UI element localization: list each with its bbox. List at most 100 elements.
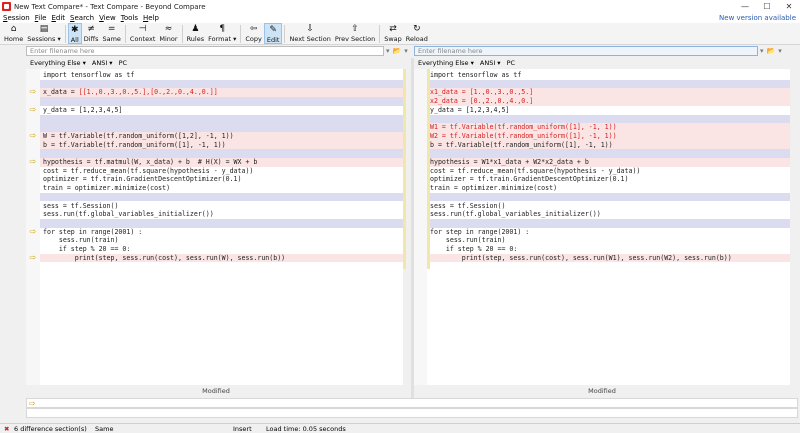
left-code-line[interactable]: sess.run(train) (43, 236, 119, 245)
right-history-icon[interactable]: ▾ (760, 47, 764, 55)
left-code-line[interactable]: print(step, sess.run(cost), sess.run(W),… (43, 254, 285, 263)
menu-edit[interactable]: Edit (51, 14, 65, 22)
left-code-line[interactable]: x_data = [[1.,0.,3.,0.,5.],[0.,2.,0.,4.,… (43, 88, 218, 97)
right-row-background (427, 192, 790, 202)
right-code-line[interactable]: x1_data = [1.,0.,3.,0.,5.] (430, 88, 533, 97)
toolbar-separator (124, 25, 126, 43)
reload-button[interactable]: ↻ Reload (404, 23, 430, 44)
swap-button[interactable]: ⇄ Swap (382, 23, 404, 44)
left-code-line[interactable]: train = optimizer.minimize(cost) (43, 184, 170, 193)
copy-button[interactable]: ⇦ Copy (243, 23, 264, 44)
right-code-line[interactable]: for step in range(2001) : (430, 228, 529, 237)
left-filename-input[interactable]: Enter filename here (26, 46, 384, 56)
same-icon: = (107, 24, 116, 34)
edit-button[interactable]: ✎ Edit (263, 23, 283, 44)
diff-arrow-icon[interactable]: ⇨ (26, 227, 40, 236)
same-button[interactable]: = Same (100, 23, 122, 44)
left-row-background (40, 192, 403, 202)
right-code-line[interactable]: import tensorflow as tf (430, 71, 521, 80)
right-code-line[interactable]: y_data = [1,2,3,4,5] (430, 106, 509, 115)
left-code-line[interactable]: W = tf.Variable(tf.random_uniform([1,2],… (43, 132, 234, 141)
right-encoding-dropdown[interactable]: ANSI ▾ (480, 59, 501, 67)
right-vertical-scrollbar[interactable] (790, 69, 799, 385)
right-code-line[interactable]: b = tf.Variable(tf.random_uniform([1], -… (430, 141, 613, 150)
close-button[interactable]: ✕ (778, 0, 800, 13)
left-code-line[interactable]: b = tf.Variable(tf.random_uniform([1], -… (43, 141, 226, 150)
left-open-folder-icon[interactable]: 📂 (393, 47, 402, 55)
next-section-label: Next Section (289, 35, 331, 43)
left-code-line[interactable]: hypothesis = tf.matmul(W, x_data) + b # … (43, 158, 257, 167)
menu-search[interactable]: Search (70, 14, 94, 22)
right-code-line[interactable]: train = optimizer.minimize(cost) (430, 184, 557, 193)
minor-button[interactable]: ≈ Minor (157, 23, 179, 44)
home-button[interactable]: ⌂ Home (2, 23, 25, 44)
minimize-button[interactable]: — (734, 0, 756, 13)
left-encoding-dropdown[interactable]: ANSI ▾ (92, 59, 113, 67)
right-code-line[interactable]: optimizer = tf.train.GradientDescentOpti… (430, 175, 629, 184)
diff-arrow-icon[interactable]: ⇨ (26, 157, 40, 166)
left-history-icon[interactable]: ▾ (386, 47, 390, 55)
left-code-line[interactable]: sess.run(tf.global_variables_initializer… (43, 210, 214, 219)
all-button[interactable]: ✱ All (67, 23, 82, 44)
diff-arrow-icon[interactable]: ⇨ (26, 105, 40, 114)
left-diff-indicator (403, 69, 406, 269)
left-save-icon[interactable]: ▾ (404, 47, 408, 55)
right-code-line[interactable]: sess.run(tf.global_variables_initializer… (430, 210, 601, 219)
right-code-line[interactable]: if step % 20 == 0: (430, 245, 517, 254)
left-code-line[interactable]: cost = tf.reduce_mean(tf.square(hypothes… (43, 167, 253, 176)
left-code-line[interactable]: if step % 20 == 0: (43, 245, 130, 254)
menu-help[interactable]: Help (143, 14, 159, 22)
left-line-endings[interactable]: PC (119, 59, 127, 67)
overview-strip (0, 58, 26, 398)
all-icon: ✱ (70, 25, 79, 35)
diffs-button[interactable]: ≠ Diffs (82, 23, 101, 44)
next-section-button[interactable]: ⇩ Next Section (287, 23, 332, 44)
diff-arrow-icon[interactable]: ⇨ (26, 87, 40, 96)
diff-arrow-icon[interactable]: ⇨ (26, 131, 40, 140)
context-button[interactable]: ⊣ Context (128, 23, 157, 44)
new-version-link[interactable]: New version available (719, 14, 796, 22)
right-row-background (427, 218, 790, 228)
right-row-background (427, 149, 790, 158)
rules-button[interactable]: ♟ Rules (185, 23, 207, 44)
right-code-line[interactable]: cost = tf.reduce_mean(tf.square(hypothes… (430, 167, 640, 176)
window-title: New Text Compare* - Text Compare - Beyon… (14, 2, 206, 11)
sessions-button[interactable]: ▤ Sessions ▾ (25, 23, 63, 44)
diff-arrow-icon[interactable]: ⇨ (26, 253, 40, 262)
right-code-line[interactable]: sess = tf.Session() (430, 202, 505, 211)
insert-mode-text: Insert (233, 424, 252, 433)
left-code-line[interactable]: import tensorflow as tf (43, 71, 134, 80)
right-code-line[interactable]: sess.run(train) (430, 236, 506, 245)
prev-section-label: Prev Section (334, 35, 376, 43)
right-code-line[interactable]: x2_data = [0.,2.,0.,4.,0.] (430, 97, 533, 106)
right-diff-indicator (427, 69, 430, 269)
prev-section-button[interactable]: ⇧ Prev Section (333, 23, 377, 44)
left-row-background (40, 97, 403, 106)
right-format-dropdown[interactable]: Everything Else ▾ (418, 59, 474, 67)
right-code-line[interactable]: hypothesis = W1*x1_data + W2*x2_data + b (430, 158, 589, 167)
left-code-line[interactable]: sess = tf.Session() (43, 202, 118, 211)
same-status-text: Same (95, 424, 114, 433)
left-code-line[interactable]: y_data = [1,2,3,4,5] (43, 106, 122, 115)
right-text-pane[interactable]: import tensorflow as tf x1_data = [1.,0.,… (427, 69, 790, 385)
right-code-line[interactable]: W2 = tf.Variable(tf.random_uniform([1], … (430, 132, 617, 141)
maximize-button[interactable]: ☐ (756, 0, 778, 13)
menu-view[interactable]: View (99, 14, 116, 22)
right-filename-input[interactable]: Enter filename here (414, 46, 758, 56)
sessions-icon: ▤ (39, 24, 49, 34)
right-save-icon[interactable]: ▾ (778, 47, 782, 55)
left-code-line[interactable]: for step in range(2001) : (43, 228, 142, 237)
left-format-dropdown[interactable]: Everything Else ▾ (30, 59, 86, 67)
menu-file[interactable]: File (35, 14, 47, 22)
right-open-folder-icon[interactable]: 📂 (767, 47, 776, 55)
right-code-line[interactable]: W1 = tf.Variable(tf.random_uniform([1], … (430, 123, 617, 132)
left-text-pane[interactable]: import tensorflow as tf x_data = [[1.,0.,… (40, 69, 403, 385)
left-code-line[interactable]: optimizer = tf.train.GradientDescentOpti… (43, 175, 242, 184)
swap-label: Swap (384, 35, 402, 43)
right-line-endings[interactable]: PC (507, 59, 515, 67)
right-code-line[interactable]: print(step, sess.run(cost), sess.run(W1)… (430, 254, 732, 263)
menu-session[interactable]: Session (3, 14, 30, 22)
right-path-row: Enter filename here ▾ 📂 ▾ (414, 45, 785, 57)
menu-tools[interactable]: Tools (121, 14, 138, 22)
format-button[interactable]: ¶ Format ▾ (206, 23, 238, 44)
